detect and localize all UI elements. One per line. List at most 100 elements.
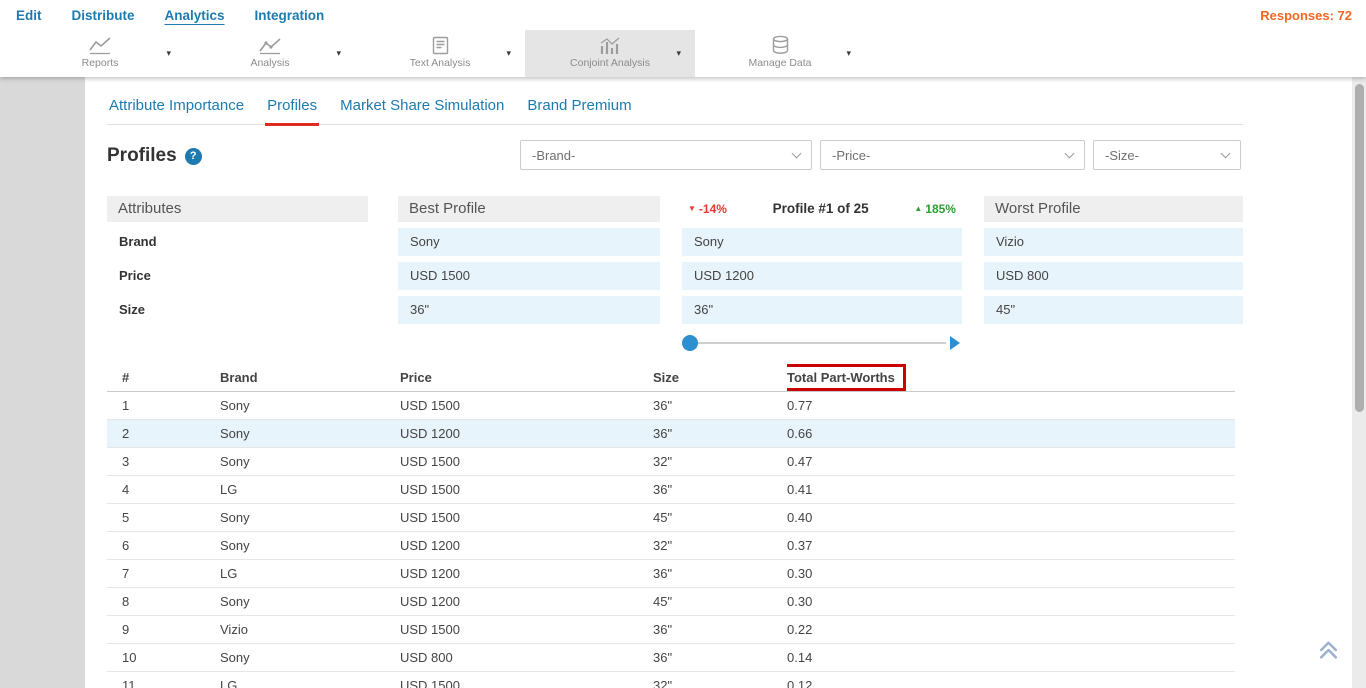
triangle-down-icon: ▼ [688,196,696,222]
attributes-column: Attributes BrandPriceSize [107,196,368,324]
conjoint-chart-icon [598,35,622,55]
table-row[interactable]: 10SonyUSD 80036"0.14 [107,644,1235,672]
table-row[interactable]: 8SonyUSD 120045"0.30 [107,588,1235,616]
nav-item-edit[interactable]: Edit [16,8,42,23]
table-cell: 36" [653,420,787,447]
toolbar-item-reports[interactable]: Reports▾ [15,30,185,77]
table-cell: 0.77 [787,392,1235,419]
nav-item-analytics[interactable]: Analytics [165,8,225,23]
filter-dropdown-price[interactable]: -Price- [820,140,1085,170]
table-cell: USD 1200 [400,560,653,587]
chevron-down-icon [1221,148,1231,158]
table-cell: Sony [220,588,400,615]
profile-slider [682,332,962,354]
table-row[interactable]: 7LGUSD 120036"0.30 [107,560,1235,588]
table-row[interactable]: 5SonyUSD 150045"0.40 [107,504,1235,532]
filter-dropdown-brand[interactable]: -Brand- [520,140,812,170]
double-chevron-up-icon [1316,649,1341,666]
tab-brand-premium[interactable]: Brand Premium [525,94,633,126]
table-cell: Vizio [220,616,400,643]
decrease-indicator: ▼-14% [688,196,727,222]
table-cell: Sony [220,420,400,447]
table-cell: 45" [653,504,787,531]
table-cell: 36" [653,560,787,587]
top-nav-links: Edit Distribute Analytics Integration [16,8,324,23]
chevron-down-icon [1065,148,1075,158]
table-cell: 36" [653,616,787,643]
profile-value: Sony [398,228,660,256]
slider-next-arrow-icon[interactable] [950,336,960,350]
dropdown-caret-icon[interactable]: ▾ [846,48,851,59]
dropdown-caret-icon[interactable]: ▾ [506,48,511,59]
table-row[interactable]: 2SonyUSD 120036"0.66 [107,420,1235,448]
reports-chart-icon [88,35,112,55]
column-header-size[interactable]: Size [653,370,787,385]
table-cell: LG [220,476,400,503]
table-cell: USD 800 [400,644,653,671]
column-header-num[interactable]: # [122,370,220,385]
nav-item-distribute[interactable]: Distribute [72,8,135,23]
table-row[interactable]: 9VizioUSD 150036"0.22 [107,616,1235,644]
profiles-table-body: 1SonyUSD 150036"0.772SonyUSD 120036"0.66… [107,392,1235,688]
table-cell: 8 [122,588,220,615]
toolbar-item-label: Manage Data [748,57,811,69]
table-cell: 36" [653,476,787,503]
dropdown-caret-icon[interactable]: ▾ [166,48,171,59]
filter-row: -Brand- -Price- -Size- [520,140,1241,170]
nav-item-integration[interactable]: Integration [255,8,325,23]
column-header-total-part-worths[interactable]: Total Part-Worths [787,364,906,391]
toolbar-item-analysis[interactable]: Analysis▾ [185,30,355,77]
toolbar-item-content: Analysis [185,35,355,69]
tab-attribute-importance[interactable]: Attribute Importance [107,94,246,126]
table-cell: 6 [122,532,220,559]
table-row[interactable]: 6SonyUSD 120032"0.37 [107,532,1235,560]
toolbar-item-content: Manage Data [695,35,865,69]
toolbar-item-manage-data[interactable]: Manage Data ▾ [695,30,865,77]
toolbar-item-text-analysis[interactable]: Text Analysis▾ [355,30,525,77]
table-row[interactable]: 4LGUSD 150036"0.41 [107,476,1235,504]
page-title: Profiles [107,145,177,167]
table-cell: 0.14 [787,644,1235,671]
top-nav: EditDistributeAnalyticsIntegration Respo… [0,0,1366,30]
toolbar-item-conjoint-analysis[interactable]: Conjoint Analysis ▾ [525,30,695,77]
profile-value: Vizio [984,228,1243,256]
worst-profile-column: Worst Profile VizioUSD 80045" [984,196,1243,324]
table-cell: LG [220,672,400,688]
best-profile-rows: SonyUSD 150036" [398,228,660,324]
scroll-to-top-button[interactable] [1316,637,1341,667]
column-header-brand[interactable]: Brand [220,370,400,385]
tab-market-share-simulation[interactable]: Market Share Simulation [338,94,506,126]
triangle-up-icon: ▲ [914,196,922,222]
table-row[interactable]: 1SonyUSD 150036"0.77 [107,392,1235,420]
help-icon[interactable]: ? [185,148,202,165]
table-cell: 1 [122,392,220,419]
selected-profile-title: Profile #1 of 25 [773,196,869,222]
filter-dropdown-size[interactable]: -Size- [1093,140,1241,170]
table-row[interactable]: 11LGUSD 150032"0.12 [107,672,1235,688]
column-header-total-cell: Total Part-Worths [787,364,1235,391]
analysis-chart-icon [258,35,282,55]
toolbar-item-label: Conjoint Analysis [570,57,650,69]
profile-value: 36" [682,296,962,324]
dropdown-caret-icon[interactable]: ▾ [336,48,341,59]
tabs-bar: Attribute Importance Profiles Market Share… [107,94,1243,125]
slider-handle[interactable] [682,335,698,351]
page-heading: Profiles ? [107,145,202,167]
dropdown-selected-value: -Size- [1105,148,1139,163]
slider-track [692,342,946,344]
dropdown-caret-icon[interactable]: ▾ [676,48,681,59]
tab-profiles[interactable]: Profiles [265,94,319,126]
table-cell: LG [220,560,400,587]
table-cell: 11 [122,672,220,688]
table-cell: 36" [653,392,787,419]
table-row[interactable]: 3SonyUSD 150032"0.47 [107,448,1235,476]
scrollbar[interactable] [1352,77,1366,688]
database-icon [771,35,790,55]
scrollbar-thumb[interactable] [1355,84,1364,412]
attribute-label: Brand [107,228,368,256]
worst-profile-header: Worst Profile [984,196,1243,222]
table-cell: 0.22 [787,616,1235,643]
column-header-price[interactable]: Price [400,370,653,385]
toolbar-item-content: Conjoint Analysis [525,35,695,69]
table-cell: 32" [653,532,787,559]
